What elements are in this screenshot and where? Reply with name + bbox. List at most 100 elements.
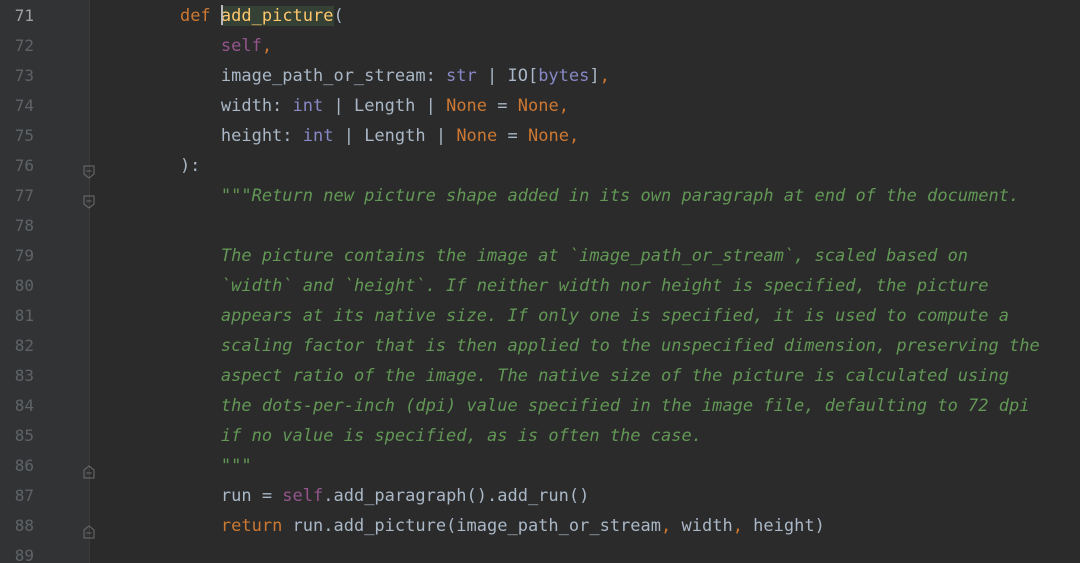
- code-text[interactable]: run = self.add_paragraph().add_run(): [139, 481, 589, 511]
- code-token: width: [681, 516, 733, 536]
- code-token: ]: [589, 66, 600, 86]
- line-number[interactable]: 74: [0, 91, 34, 121]
- code-text[interactable]: The picture contains the image at `image…: [139, 241, 968, 271]
- code-token: bytes: [538, 66, 590, 86]
- line-number[interactable]: 84: [0, 391, 34, 421]
- code-line[interactable]: 83 aspect ratio of the image. The native…: [0, 361, 1080, 391]
- code-token: `width` and `height`. If neither width n…: [220, 276, 989, 296]
- code-token: ,: [261, 36, 273, 56]
- fold-start-icon[interactable]: [83, 189, 95, 209]
- code-token: =: [497, 126, 528, 146]
- fold-close-icon[interactable]: [83, 459, 95, 479]
- code-token: self: [220, 36, 262, 56]
- code-token: | IO[: [476, 66, 539, 86]
- code-text[interactable]: """Return new picture shape added in its…: [139, 181, 1019, 211]
- code-token: ,: [599, 66, 610, 86]
- code-token: self: [282, 486, 324, 506]
- code-token: ):: [139, 156, 201, 176]
- code-line[interactable]: 84 the dots-per-inch (dpi) value specifi…: [0, 391, 1080, 421]
- code-text[interactable]: if no value is specified, as is often th…: [139, 421, 702, 451]
- line-number[interactable]: 77: [0, 181, 34, 211]
- code-token: width:: [139, 96, 293, 116]
- code-text[interactable]: appears at its native size. If only one …: [139, 301, 1009, 331]
- code-text[interactable]: aspect ratio of the image. The native si…: [139, 361, 1009, 391]
- code-line[interactable]: 72 self,: [0, 31, 1080, 61]
- code-token: | Length |: [323, 96, 447, 116]
- code-token: run =: [139, 486, 283, 506]
- line-number[interactable]: 89: [0, 541, 34, 563]
- line-number[interactable]: 83: [0, 361, 34, 391]
- code-text[interactable]: def add_picture(: [139, 1, 344, 31]
- code-text[interactable]: self,: [139, 31, 272, 61]
- code-line[interactable]: 85 if no value is specified, as is often…: [0, 421, 1080, 451]
- code-token: image_path_or_stream:: [139, 66, 447, 86]
- code-line[interactable]: 87 run = self.add_paragraph().add_run(): [0, 481, 1080, 511]
- code-token: =: [487, 96, 518, 116]
- line-number[interactable]: 87: [0, 481, 34, 511]
- line-number[interactable]: 73: [0, 61, 34, 91]
- line-number[interactable]: 71: [0, 1, 34, 31]
- code-token: """Return new picture shape added in its…: [220, 186, 1020, 206]
- code-line[interactable]: 75 height: int | Length | None = None,: [0, 121, 1080, 151]
- code-line[interactable]: 77 """Return new picture shape added in …: [0, 181, 1080, 211]
- line-number[interactable]: 72: [0, 31, 34, 61]
- line-number[interactable]: 80: [0, 271, 34, 301]
- code-token: aspect ratio of the image. The native si…: [220, 366, 1009, 386]
- code-line[interactable]: 80 `width` and `height`. If neither widt…: [0, 271, 1080, 301]
- code-line[interactable]: 86 """: [0, 451, 1080, 481]
- code-text[interactable]: `width` and `height`. If neither width n…: [139, 271, 989, 301]
- code-token: run.add_picture(image_path_or_stream: [292, 516, 662, 536]
- line-number[interactable]: 82: [0, 331, 34, 361]
- code-line[interactable]: 81 appears at its native size. If only o…: [0, 301, 1080, 331]
- code-line[interactable]: 76 ):: [0, 151, 1080, 181]
- code-token: appears at its native size. If only one …: [220, 306, 1009, 326]
- code-line[interactable]: 71 def add_picture(: [0, 1, 1080, 31]
- code-text[interactable]: height: int | Length | None = None,: [139, 121, 579, 151]
- line-number[interactable]: 81: [0, 301, 34, 331]
- code-token: the dots-per-inch (dpi) value specified …: [220, 396, 1030, 416]
- line-number[interactable]: 76: [0, 151, 34, 181]
- code-token: add_picture: [220, 6, 334, 26]
- code-line[interactable]: 82 scaling factor that is then applied t…: [0, 331, 1080, 361]
- line-number[interactable]: 85: [0, 421, 34, 451]
- line-number[interactable]: 78: [0, 211, 34, 241]
- code-line[interactable]: 79 The picture contains the image at `im…: [0, 241, 1080, 271]
- code-token: height): [753, 516, 825, 536]
- line-number[interactable]: 88: [0, 511, 34, 541]
- code-token: height:: [139, 126, 303, 146]
- code-editor[interactable]: 71 def add_picture(72 self, 73 image_path…: [0, 0, 1080, 563]
- code-text[interactable]: width: int | Length | None = None,: [139, 91, 569, 121]
- code-line[interactable]: 88 return run.add_picture(image_path_or_…: [0, 511, 1080, 541]
- code-text[interactable]: scaling factor that is then applied to t…: [139, 331, 1040, 361]
- code-line[interactable]: 89: [0, 541, 1080, 563]
- code-text[interactable]: """: [139, 451, 252, 481]
- code-line[interactable]: 73 image_path_or_stream: str | IO[bytes]…: [0, 61, 1080, 91]
- fold-close-icon[interactable]: [83, 519, 95, 539]
- line-number[interactable]: 86: [0, 451, 34, 481]
- fold-end-icon[interactable]: [83, 159, 95, 179]
- code-token: int: [292, 96, 324, 116]
- code-token: ,: [732, 516, 754, 536]
- line-number[interactable]: 75: [0, 121, 34, 151]
- code-token: return: [220, 516, 293, 536]
- line-number[interactable]: 79: [0, 241, 34, 271]
- code-text[interactable]: image_path_or_stream: str | IO[bytes],: [139, 61, 610, 91]
- code-token: if no value is specified, as is often th…: [220, 426, 702, 446]
- code-token: str: [446, 66, 477, 86]
- code-token: ,: [558, 96, 569, 116]
- code-text[interactable]: the dots-per-inch (dpi) value specified …: [139, 391, 1030, 421]
- code-token: def: [179, 6, 221, 26]
- code-line[interactable]: 78: [0, 211, 1080, 241]
- code-text[interactable]: ):: [139, 151, 200, 181]
- code-line[interactable]: 74 width: int | Length | None = None,: [0, 91, 1080, 121]
- code-text[interactable]: return run.add_picture(image_path_or_str…: [139, 511, 825, 541]
